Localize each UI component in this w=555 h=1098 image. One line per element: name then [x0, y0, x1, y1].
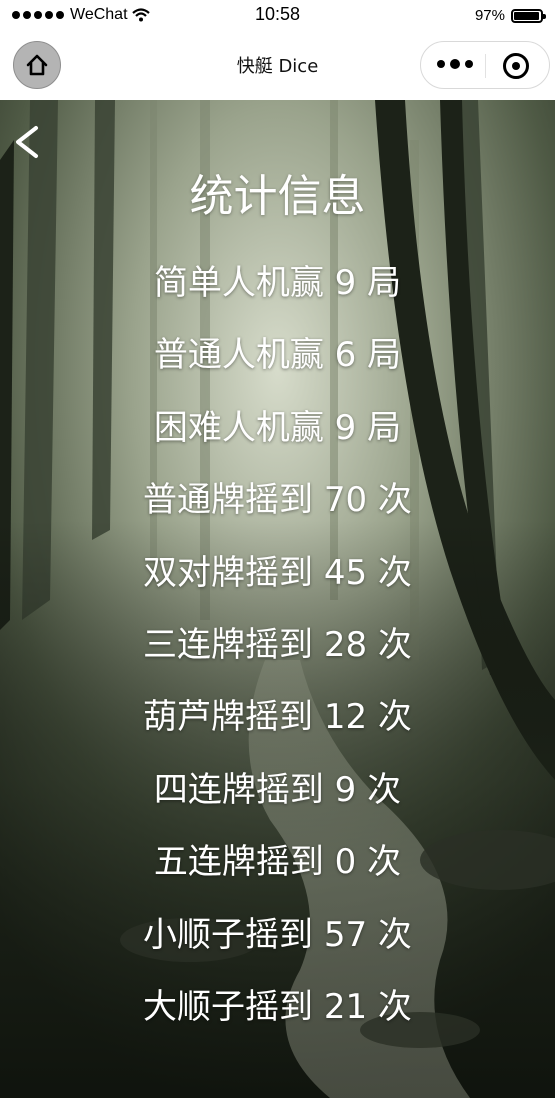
close-target-icon[interactable]	[503, 53, 529, 79]
mini-program-capsule	[420, 41, 550, 89]
stat-item: 小顺子摇到 57 次	[143, 914, 412, 955]
battery-level	[514, 11, 540, 20]
stats-page: 统计信息 简单人机赢 9 局普通人机赢 6 局困难人机赢 9 局普通牌摇到 70…	[0, 100, 555, 1098]
status-time: 10:58	[254, 4, 301, 24]
stat-item: 大顺子摇到 21 次	[143, 986, 412, 1027]
stat-item: 双对牌摇到 45 次	[143, 552, 412, 593]
stat-item: 普通牌摇到 70 次	[143, 480, 412, 521]
battery-icon	[511, 8, 546, 23]
stats-list: 简单人机赢 9 局普通人机赢 6 局困难人机赢 9 局普通牌摇到 70 次双对牌…	[0, 258, 555, 1054]
chevron-left-icon	[16, 126, 38, 158]
status-right: 97%	[474, 7, 546, 24]
back-button[interactable]	[10, 122, 46, 162]
status-bar: WeChat 10:58 97%	[0, 0, 555, 32]
stat-item: 五连牌摇到 0 次	[153, 842, 402, 883]
capsule-divider	[485, 54, 486, 78]
battery-percent: 97%	[474, 7, 505, 24]
stat-item: 四连牌摇到 9 次	[153, 769, 402, 810]
more-dots-icon[interactable]	[437, 59, 473, 69]
page-title: 统计信息	[189, 171, 366, 222]
stat-item: 葫芦牌摇到 12 次	[143, 697, 412, 738]
nav-bar: 快艇 Dice	[0, 32, 555, 100]
stat-item: 简单人机赢 9 局	[153, 263, 402, 303]
stat-item: 普通人机赢 6 局	[153, 335, 402, 376]
stat-item: 困难人机赢 9 局	[153, 407, 402, 448]
stat-item: 三连牌摇到 28 次	[143, 624, 412, 665]
